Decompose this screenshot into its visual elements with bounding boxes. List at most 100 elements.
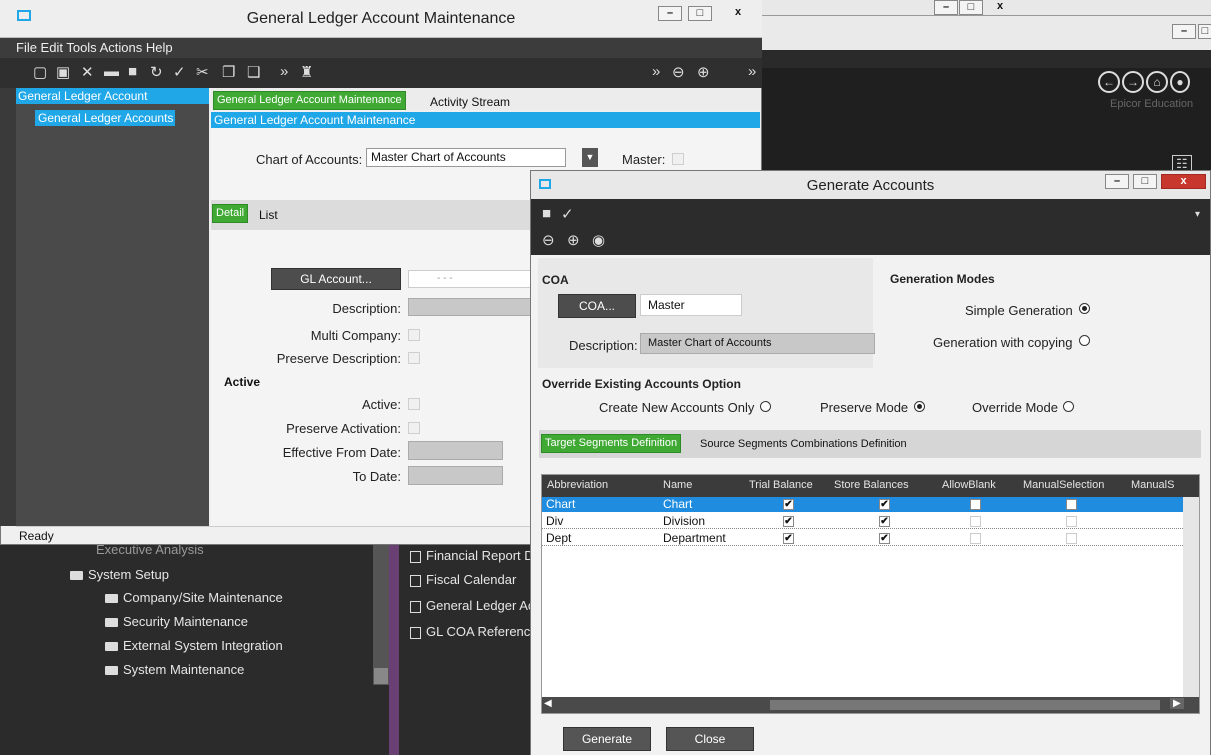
gl-account-input[interactable]: - - - <box>408 270 533 288</box>
menu-item-gl-account[interactable]: General Ledger Ac <box>410 598 534 613</box>
back-icon[interactable]: ⊖ <box>672 63 685 81</box>
menu-item-system-setup[interactable]: System Setup <box>70 567 169 582</box>
table-row[interactable]: Div Division ✔ ✔ <box>542 514 1199 529</box>
simple-generation-radio[interactable] <box>1079 303 1090 314</box>
effective-from-field[interactable] <box>408 441 503 460</box>
to-date-field[interactable] <box>408 466 503 485</box>
save-icon[interactable]: ■ <box>542 205 551 222</box>
store-balances-checkbox[interactable]: ✔ <box>879 499 890 510</box>
create-new-radio[interactable] <box>760 401 771 412</box>
print-icon[interactable]: ■ <box>128 63 137 80</box>
description-field[interactable] <box>408 298 533 316</box>
preserve-activation-checkbox[interactable] <box>408 422 420 434</box>
maximize-icon[interactable]: □ <box>1198 24 1211 39</box>
allow-blank-checkbox[interactable] <box>970 516 981 527</box>
scroll-down-icon[interactable] <box>374 668 388 684</box>
tab-target-segments[interactable]: Target Segments Definition <box>541 434 682 453</box>
coa-button[interactable]: COA... <box>558 294 636 318</box>
trial-balance-checkbox[interactable]: ✔ <box>783 499 794 510</box>
back-icon[interactable]: ← <box>1098 71 1120 93</box>
column-header[interactable]: ManualS <box>1131 479 1174 491</box>
close-icon[interactable]: x <box>988 0 1012 15</box>
override-mode-radio[interactable] <box>1063 401 1074 412</box>
manual-selection-checkbox[interactable] <box>1066 533 1077 544</box>
menu-item-gl-coa[interactable]: GL COA Reference <box>410 624 538 639</box>
clear-icon[interactable]: ✓ <box>561 205 574 223</box>
table-row[interactable]: Dept Department ✔ ✔ <box>542 531 1199 546</box>
grid-vertical-scrollbar[interactable] <box>1183 497 1199 697</box>
cut-icon[interactable]: ✂ <box>196 63 209 81</box>
description-field[interactable]: Master Chart of Accounts <box>640 333 875 354</box>
column-header[interactable]: Trial Balance <box>749 479 813 491</box>
overflow-icon[interactable]: ▾ <box>1195 209 1200 220</box>
table-row[interactable]: Chart Chart ✔ ✔ <box>542 497 1199 512</box>
column-header[interactable]: Store Balances <box>834 479 909 491</box>
generate-button[interactable]: Generate <box>563 727 651 751</box>
menu-item-security[interactable]: Security Maintenance <box>105 614 248 629</box>
column-header[interactable]: AllowBlank <box>942 479 996 491</box>
delete-icon[interactable]: ✕ <box>81 63 94 81</box>
minimize-icon[interactable]: – <box>1172 24 1196 39</box>
copy-icon[interactable]: ❐ <box>222 63 235 81</box>
menu-scrollbar[interactable] <box>373 540 389 685</box>
overflow-icon[interactable]: » <box>280 63 288 80</box>
gl-account-button[interactable]: GL Account... <box>271 268 401 290</box>
manual-selection-checkbox[interactable] <box>1066 516 1077 527</box>
trial-balance-checkbox[interactable]: ✔ <box>783 516 794 527</box>
new-icon[interactable]: ▢ <box>33 63 47 81</box>
allow-blank-checkbox[interactable] <box>970 533 981 544</box>
allow-blank-checkbox[interactable] <box>970 499 981 510</box>
overflow-icon[interactable]: » <box>652 63 660 80</box>
preserve-description-checkbox[interactable] <box>408 352 420 364</box>
search-icon[interactable]: ▬ <box>104 63 119 80</box>
coa-input[interactable]: Master <box>640 294 742 316</box>
column-header[interactable]: ManualSelection <box>1023 479 1104 491</box>
menu-item-external[interactable]: External System Integration <box>105 638 283 653</box>
tab-detail[interactable]: Detail <box>212 204 249 223</box>
active-checkbox[interactable] <box>408 398 420 410</box>
manual-selection-checkbox[interactable] <box>1066 499 1077 510</box>
tab-source-segments[interactable]: Source Segments Combinations Definition <box>700 438 907 450</box>
trial-balance-checkbox[interactable]: ✔ <box>783 533 794 544</box>
overflow-icon[interactable]: » <box>748 63 756 80</box>
minimize-icon[interactable]: – <box>934 0 958 15</box>
multi-company-checkbox[interactable] <box>408 329 420 341</box>
home-icon[interactable]: ◉ <box>592 231 605 249</box>
maximize-icon[interactable]: □ <box>959 0 983 15</box>
close-button[interactable]: Close <box>666 727 754 751</box>
tab-list[interactable]: List <box>259 208 278 222</box>
menu-item-financial-report[interactable]: Financial Report D <box>410 548 534 563</box>
refresh-icon[interactable]: ↻ <box>150 63 163 81</box>
chevron-down-icon[interactable]: ▼ <box>582 148 598 167</box>
forward-icon[interactable]: ⊕ <box>567 231 580 249</box>
scroll-thumb[interactable] <box>770 700 1160 710</box>
store-balances-checkbox[interactable]: ✔ <box>879 516 890 527</box>
menu-bar[interactable]: File Edit Tools Actions Help <box>0 38 762 58</box>
preserve-mode-radio[interactable] <box>914 401 925 412</box>
chat-icon[interactable]: ● <box>1170 71 1190 93</box>
save-icon[interactable]: ▣ <box>56 63 70 81</box>
scroll-left-icon[interactable]: ◀ <box>544 698 552 709</box>
tree-item-gl-accounts[interactable]: General Ledger Accounts <box>35 110 175 126</box>
menu-item-company[interactable]: Company/Site Maintenance <box>105 590 283 605</box>
column-header[interactable]: Abbreviation <box>547 479 608 491</box>
scroll-right-icon[interactable]: ▶ <box>1170 698 1184 709</box>
menu-item-fiscal-calendar[interactable]: Fiscal Calendar <box>410 572 516 587</box>
tab-activity-stream[interactable]: Activity Stream <box>430 95 510 109</box>
menu-item-system-maint[interactable]: System Maintenance <box>105 662 244 677</box>
forward-icon[interactable]: → <box>1122 71 1144 93</box>
back-icon[interactable]: ⊖ <box>542 231 555 249</box>
home-icon[interactable]: ⌂ <box>1146 71 1168 93</box>
grid-horizontal-scrollbar[interactable]: ◀ ▶ <box>542 697 1199 713</box>
binoculars-icon[interactable]: ♜ <box>300 63 313 81</box>
tab-gl-maintenance[interactable]: General Ledger Account Maintenance <box>213 91 406 110</box>
column-header[interactable]: Name <box>663 479 692 491</box>
tree-header[interactable]: General Ledger Account <box>16 88 209 104</box>
master-checkbox[interactable] <box>672 153 684 165</box>
paste-icon[interactable]: ❑ <box>247 63 260 81</box>
forward-icon[interactable]: ⊕ <box>697 63 710 81</box>
store-balances-checkbox[interactable]: ✔ <box>879 533 890 544</box>
clear-icon[interactable]: ✓ <box>173 63 186 81</box>
generation-copying-radio[interactable] <box>1079 335 1090 346</box>
chart-of-accounts-select[interactable]: Master Chart of Accounts <box>366 148 566 167</box>
